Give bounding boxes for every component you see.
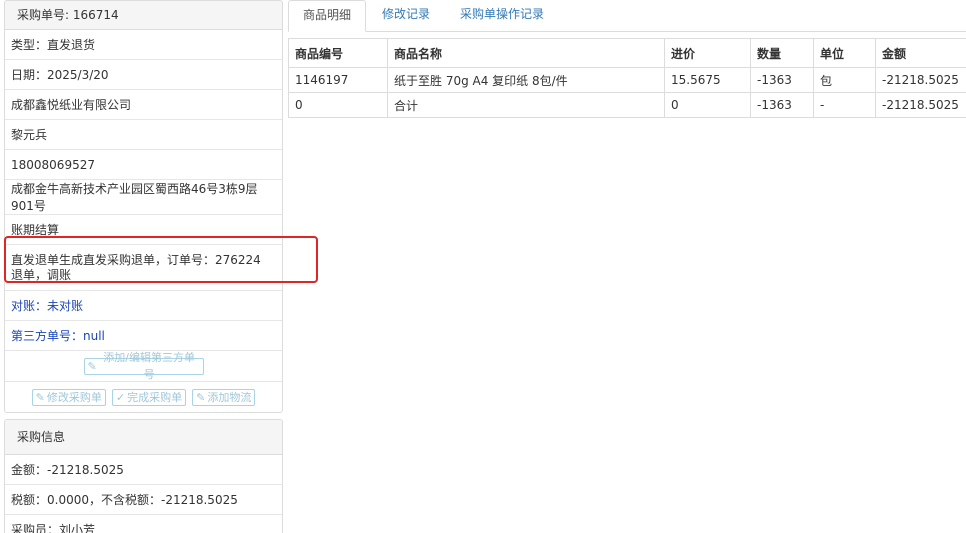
purchase-tax: 税额：0.0000，不含税额：-21218.5025	[11, 493, 238, 507]
address-row: 成都金牛高新技术产业园区蜀西路46号3栋9层901号	[5, 180, 282, 215]
cell-name: 合计	[387, 92, 665, 118]
reconcile-status[interactable]: 对账：未对账	[11, 297, 83, 314]
action-buttons-row: ✎ 修改采购单 ✓ 完成采购单 ✎ 添加物流	[5, 382, 282, 412]
col-header-code: 商品编号	[288, 38, 388, 68]
cell-unit: 包	[813, 67, 876, 93]
cell-amount: -21218.5025	[875, 67, 966, 93]
order-number-header: 采购单号: 166714	[5, 1, 282, 30]
reconcile-row: 对账：未对账	[5, 291, 282, 321]
col-header-price: 进价	[664, 38, 751, 68]
contact-phone: 18008069527	[11, 157, 95, 172]
table-row: 1146197 纸于至胜 70g A4 复印纸 8包/件 15.5675 -13…	[288, 67, 966, 93]
supplier-address: 成都金牛高新技术产业园区蜀西路46号3栋9层901号	[11, 182, 258, 213]
tab-goods-detail[interactable]: 商品明细	[288, 0, 367, 32]
contact-row: 黎元兵	[5, 120, 282, 150]
col-header-name: 商品名称	[387, 38, 665, 68]
edit-icon: ✎	[35, 390, 45, 404]
payment-row: 账期结算	[5, 215, 282, 245]
table-header-row: 商品编号 商品名称 进价 数量 单位 金额	[288, 38, 966, 68]
cell-code: 1146197	[288, 67, 388, 93]
tab-modify-log[interactable]: 修改记录	[368, 0, 444, 28]
col-header-amount: 金额	[875, 38, 966, 68]
order-date: 日期：2025/3/20	[11, 68, 109, 82]
right-column: 商品明细 修改记录 采购单操作记录 商品编号 商品名称 进价 数量 单位 金额	[288, 0, 966, 118]
cell-qty: -1363	[750, 67, 814, 93]
purchase-buyer: 采购员：刘小芳	[11, 523, 96, 533]
note-row: 直发退单生成直发采购退单，订单号：276224 退单，调账	[5, 245, 282, 291]
amount-row: 金额：-21218.5025	[5, 455, 282, 485]
purchase-amount: 金额：-21218.5025	[11, 463, 124, 477]
cell-price: 15.5675	[664, 67, 751, 93]
col-header-qty: 数量	[750, 38, 814, 68]
detail-tabs: 商品明细 修改记录 采购单操作记录	[288, 0, 966, 32]
supplier-row: 成都鑫悦纸业有限公司	[5, 90, 282, 120]
purchase-info-header: 采购信息	[5, 420, 282, 455]
supplier-name: 成都鑫悦纸业有限公司	[11, 98, 132, 112]
check-circle-icon: ✓	[115, 390, 126, 404]
modify-order-button[interactable]: ✎ 修改采购单	[31, 388, 106, 406]
add-logistics-button[interactable]: ✎ 添加物流	[192, 388, 256, 406]
cell-unit: -	[813, 92, 876, 118]
add-third-party-label: 添加/编辑第三方单号	[103, 351, 195, 381]
tax-row: 税额：0.0000，不含税额：-21218.5025	[5, 485, 282, 515]
tab-operation-log[interactable]: 采购单操作记录	[446, 0, 558, 28]
edit-icon: ✎	[196, 390, 206, 404]
third-party-btn-row: ✎ 添加/编辑第三方单号	[5, 351, 282, 382]
order-note: 直发退单生成直发采购退单，订单号：276224 退单，调账	[11, 253, 261, 282]
buyer-row: 采购员：刘小芳	[5, 515, 282, 533]
cell-price: 0	[664, 92, 751, 118]
left-column: 采购单号: 166714 类型：直发退货 日期：2025/3/20 成都鑫悦纸业…	[4, 0, 283, 533]
goods-table: 商品编号 商品名称 进价 数量 单位 金额 1146197 纸于至胜 70g A…	[288, 38, 966, 118]
cell-code: 0	[288, 92, 388, 118]
edit-icon: ✎	[87, 359, 97, 373]
order-date-row: 日期：2025/3/20	[5, 60, 282, 90]
modify-order-label: 修改采购单	[46, 390, 102, 404]
cell-amount: -21218.5025	[875, 92, 966, 118]
complete-order-button[interactable]: ✓ 完成采购单	[111, 388, 187, 406]
add-third-party-button[interactable]: ✎ 添加/编辑第三方单号	[83, 351, 204, 381]
order-info-panel: 采购单号: 166714 类型：直发退货 日期：2025/3/20 成都鑫悦纸业…	[4, 0, 283, 413]
payment-terms: 账期结算	[11, 223, 60, 237]
page: 采购单号: 166714 类型：直发退货 日期：2025/3/20 成都鑫悦纸业…	[0, 0, 966, 533]
order-type-row: 类型：直发退货	[5, 30, 282, 60]
contact-name: 黎元兵	[11, 128, 48, 142]
cell-name: 纸于至胜 70g A4 复印纸 8包/件	[387, 67, 665, 93]
third-party-number[interactable]: 第三方单号：null	[11, 327, 105, 344]
table-total-row: 0 合计 0 -1363 - -21218.5025	[288, 92, 966, 118]
phone-row: 18008069527	[5, 150, 282, 180]
order-type: 类型：直发退货	[11, 38, 96, 52]
add-logistics-label: 添加物流	[207, 390, 252, 404]
third-party-row: 第三方单号：null	[5, 321, 282, 351]
purchase-info-panel: 采购信息 金额：-21218.5025 税额：0.0000，不含税额：-2121…	[4, 419, 283, 533]
complete-order-label: 完成采购单	[127, 390, 183, 404]
cell-qty: -1363	[750, 92, 814, 118]
col-header-unit: 单位	[813, 38, 876, 68]
